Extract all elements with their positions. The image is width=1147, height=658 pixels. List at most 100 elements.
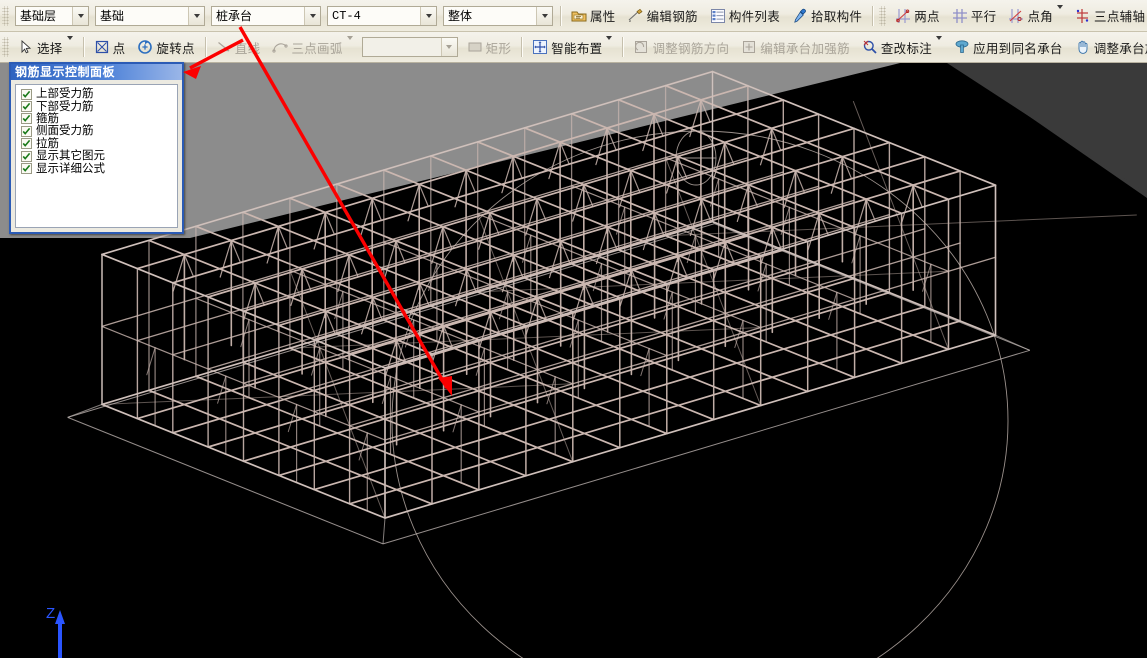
panel-checkbox-row[interactable]: 上部受力筋 xyxy=(21,88,177,100)
rebar-display-control-panel[interactable]: 钢筋显示控制面板 上部受力筋下部受力筋箍筋侧面受力筋拉筋显示其它图元显示详细公式 xyxy=(9,62,184,234)
chevron-down-icon[interactable] xyxy=(606,40,612,54)
component-select[interactable]: CT-4 xyxy=(327,6,437,26)
edit-rebar-label: 编辑钢筋 xyxy=(647,6,698,25)
chevron-down-icon[interactable] xyxy=(936,40,942,54)
two-point-axis-button[interactable]: 两点 xyxy=(890,3,945,29)
point-button[interactable]: 点 xyxy=(89,34,131,60)
panel-checkbox-list: 上部受力筋下部受力筋箍筋侧面受力筋拉筋显示其它图元显示详细公式 xyxy=(15,84,178,228)
parallel-axis-button[interactable]: 平行 xyxy=(947,3,1002,29)
component-list-button[interactable]: 构件列表 xyxy=(705,3,785,29)
arc-icon xyxy=(272,39,288,55)
eyedropper-icon xyxy=(792,8,808,24)
checkbox-checked-icon[interactable] xyxy=(21,163,32,174)
properties-label: 属性 xyxy=(590,6,616,25)
category-select[interactable]: 基础 xyxy=(95,6,205,26)
apply-to-same-name-cap-label: 应用到同名承台 xyxy=(973,38,1063,57)
panel-checkbox-row[interactable]: 显示其它图元 xyxy=(21,150,177,162)
toolbar-grip[interactable] xyxy=(2,37,9,57)
three-point-arc-button[interactable]: 三点画弧 xyxy=(267,34,357,60)
two-point-icon xyxy=(895,8,911,24)
smart-layout-label: 智能布置 xyxy=(551,38,602,57)
chevron-down-icon[interactable] xyxy=(67,40,73,54)
parallel-icon xyxy=(952,8,968,24)
point-angle-axis-label: 点角 xyxy=(1027,6,1053,25)
chevron-down-icon[interactable] xyxy=(1057,9,1063,23)
checkbox-checked-icon[interactable] xyxy=(21,151,32,162)
parallel-axis-label: 平行 xyxy=(971,6,997,25)
chevron-down-icon[interactable] xyxy=(420,7,436,25)
component-type-select[interactable]: 桩承台 xyxy=(211,6,321,26)
check-modify-annotation-label: 查改标注 xyxy=(881,38,932,57)
toolbar-separator xyxy=(521,37,522,57)
point-label: 点 xyxy=(113,38,126,57)
select-button[interactable]: 选择 xyxy=(13,34,78,60)
display-mode-select[interactable]: 整体 xyxy=(443,6,553,26)
panel-checkbox-row[interactable]: 箍筋 xyxy=(21,113,177,125)
checkbox-checked-icon[interactable] xyxy=(21,89,32,100)
toolbar-secondary: 选择 点 旋转点 直线 xyxy=(0,32,1147,63)
rotate-point-icon xyxy=(137,39,153,55)
style-select[interactable] xyxy=(362,37,458,57)
checkbox-checked-icon[interactable] xyxy=(21,101,32,112)
toolbar-separator xyxy=(83,37,84,57)
chevron-down-icon[interactable] xyxy=(188,7,204,25)
panel-checkbox-row[interactable]: 显示详细公式 xyxy=(21,162,177,174)
chevron-down-icon[interactable] xyxy=(304,7,320,25)
check-modify-annotation-button[interactable]: 查改标注 xyxy=(857,34,947,60)
toolbar-grip[interactable] xyxy=(2,6,9,26)
checkbox-checked-icon[interactable] xyxy=(21,126,32,137)
toolbar-grip[interactable] xyxy=(879,6,886,26)
chevron-down-icon[interactable] xyxy=(536,7,552,25)
apply-to-same-name-cap-button[interactable]: 应用到同名承台 xyxy=(949,34,1068,60)
rectangle-icon xyxy=(467,39,483,55)
three-point-aux-axis-button[interactable]: 三点辅轴 xyxy=(1070,3,1147,29)
edit-rebar-button[interactable]: 编辑钢筋 xyxy=(623,3,703,29)
panel-checkbox-label: 下部受力筋 xyxy=(36,101,94,113)
point-angle-axis-button[interactable]: 点角 xyxy=(1003,3,1068,29)
floor-select[interactable]: 基础层 xyxy=(15,6,89,26)
toolbar-separator xyxy=(205,37,206,57)
component-select-value: CT-4 xyxy=(328,7,420,25)
rotate-point-button[interactable]: 旋转点 xyxy=(132,34,199,60)
checkbox-checked-icon[interactable] xyxy=(21,113,32,124)
edit-cap-strengthen-rebar-label: 编辑承台加强筋 xyxy=(760,38,850,57)
component-type-select-value: 桩承台 xyxy=(212,7,304,25)
panel-checkbox-row[interactable]: 侧面受力筋 xyxy=(21,125,177,137)
line-icon xyxy=(216,39,232,55)
two-point-axis-label: 两点 xyxy=(914,6,940,25)
axis-indicator: Z Y X xyxy=(22,598,152,658)
adjust-rebar-direction-button[interactable]: 调整钢筋方向 xyxy=(628,34,734,60)
point-icon xyxy=(94,39,110,55)
line-button[interactable]: 直线 xyxy=(211,34,266,60)
edit-cap-icon xyxy=(741,39,757,55)
rotate-point-label: 旋转点 xyxy=(156,38,194,57)
panel-checkbox-row[interactable]: 下部受力筋 xyxy=(21,100,177,112)
axis-z-label: Z xyxy=(46,605,55,622)
three-point-aux-axis-label: 三点辅轴 xyxy=(1094,6,1145,25)
toolbar-separator xyxy=(622,37,623,57)
smart-layout-button[interactable]: 智能布置 xyxy=(527,34,617,60)
properties-button[interactable]: 属性 xyxy=(566,3,621,29)
magnifier-icon xyxy=(862,39,878,55)
adjust-cap-slope-button[interactable]: 调整承台放坡 xyxy=(1070,34,1147,60)
display-mode-select-value: 整体 xyxy=(444,7,536,25)
pick-component-button[interactable]: 拾取构件 xyxy=(787,3,867,29)
rectangle-label: 矩形 xyxy=(486,38,512,57)
adjust-rebar-direction-label: 调整钢筋方向 xyxy=(652,38,729,57)
pencil-icon xyxy=(628,8,644,24)
chevron-down-icon[interactable] xyxy=(441,38,457,56)
panel-checkbox-label: 侧面受力筋 xyxy=(36,125,94,137)
adjust-rebar-icon xyxy=(633,39,649,55)
hand-icon xyxy=(1075,39,1091,55)
checkbox-checked-icon[interactable] xyxy=(21,138,32,149)
panel-checkbox-row[interactable]: 拉筋 xyxy=(21,138,177,150)
three-point-axis-icon xyxy=(1075,8,1091,24)
three-point-arc-label: 三点画弧 xyxy=(291,38,342,57)
list-icon xyxy=(710,8,726,24)
chevron-down-icon[interactable] xyxy=(72,7,88,25)
rectangle-button[interactable]: 矩形 xyxy=(462,34,517,60)
chevron-down-icon[interactable] xyxy=(347,40,353,54)
cursor-icon xyxy=(18,39,34,55)
edit-cap-strengthen-rebar-button[interactable]: 编辑承台加强筋 xyxy=(736,34,855,60)
panel-checkbox-label: 箍筋 xyxy=(36,113,59,125)
